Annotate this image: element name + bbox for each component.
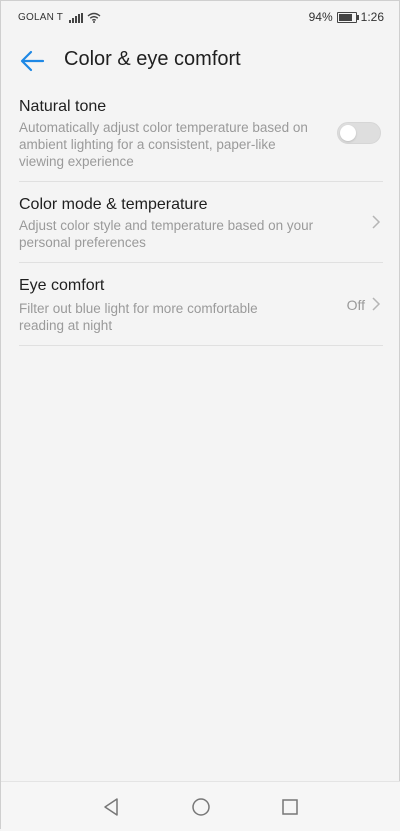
- toggle-knob: [340, 125, 356, 141]
- natural-tone-toggle[interactable]: [337, 122, 381, 144]
- setting-subtitle: Filter out blue light for more comfortab…: [19, 301, 258, 333]
- circle-home-icon[interactable]: [190, 796, 212, 818]
- status-bar: GOLAN T 94% 1:26: [1, 1, 400, 33]
- arrow-left-icon[interactable]: [19, 49, 45, 73]
- battery-icon: [336, 11, 359, 23]
- battery-fill: [338, 13, 352, 21]
- screen: GOLAN T 94% 1:26 Color & eye comfort Nat…: [0, 0, 400, 831]
- setting-subtitle: Automatically adjust color temperature b…: [19, 120, 308, 169]
- navigation-bar: [1, 781, 400, 831]
- wifi-icon: [87, 12, 101, 23]
- eye-comfort-value: Off: [346, 297, 365, 313]
- settings-list: Natural tone Automatically adjust color …: [19, 91, 383, 346]
- square-recents-icon[interactable]: [279, 796, 301, 818]
- chevron-right-icon: [372, 297, 381, 311]
- setting-color-mode-temperature[interactable]: Color mode & temperature Adjust color st…: [19, 182, 383, 263]
- setting-title: Color mode & temperature: [19, 196, 208, 213]
- setting-title: Natural tone: [19, 98, 107, 115]
- setting-natural-tone[interactable]: Natural tone Automatically adjust color …: [19, 91, 383, 182]
- chevron-right-icon: [372, 215, 381, 229]
- setting-subtitle: Adjust color style and temperature based…: [19, 218, 314, 250]
- signal-icon: [69, 13, 83, 23]
- carrier-name: GOLAN T: [18, 12, 64, 23]
- battery-percent: 94%: [308, 10, 333, 24]
- clock: 1:26: [360, 10, 384, 24]
- status-icons: [69, 11, 101, 23]
- page-title: Color & eye comfort: [64, 48, 241, 70]
- triangle-back-icon[interactable]: [100, 796, 122, 818]
- setting-eye-comfort[interactable]: Eye comfort Filter out blue light for mo…: [19, 263, 383, 346]
- app-bar: Color & eye comfort: [1, 35, 400, 87]
- status-right: 94% 1:26: [309, 10, 384, 24]
- setting-title: Eye comfort: [19, 277, 105, 294]
